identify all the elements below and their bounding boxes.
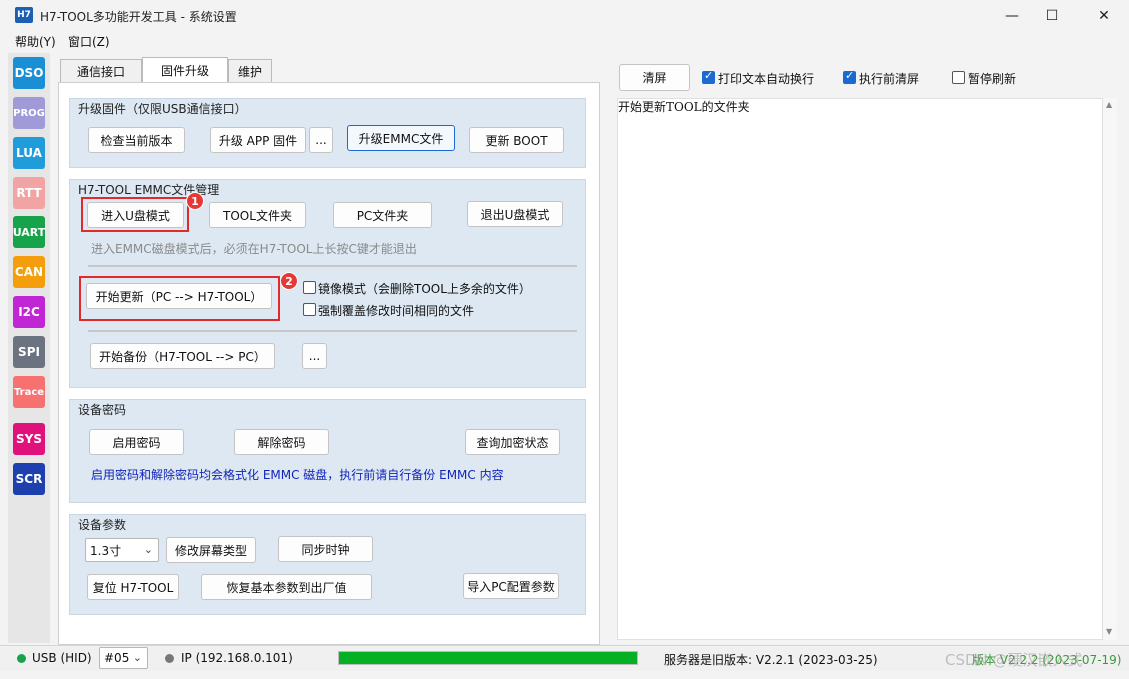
group-title: 设备参数 bbox=[78, 518, 127, 532]
reset-h7tool-button[interactable]: 复位 H7-TOOL bbox=[87, 574, 179, 600]
screen-size-value: 1.3寸 bbox=[90, 543, 122, 558]
browse-firmware-button[interactable]: ... bbox=[309, 127, 333, 153]
sidebar-spi-button[interactable]: SPI bbox=[13, 336, 45, 368]
auto-wrap-label: 打印文本自动换行 bbox=[718, 72, 815, 86]
watermark: CSDN @硬汉嵌入式 bbox=[945, 651, 1083, 669]
ip-status-icon bbox=[165, 654, 174, 663]
tab-comm-interface[interactable]: 通信接口 bbox=[60, 59, 142, 83]
sidebar-scr-button[interactable]: SCR bbox=[13, 463, 45, 495]
log-scrollbar[interactable]: ▲ ▼ bbox=[1103, 98, 1117, 640]
scroll-down-icon[interactable]: ▼ bbox=[1106, 627, 1112, 636]
sync-clock-button[interactable]: 同步时钟 bbox=[278, 536, 373, 562]
sidebar-lua-button[interactable]: LUA bbox=[13, 137, 45, 169]
menu-help[interactable]: 帮助(Y) bbox=[15, 33, 56, 50]
app-icon: H7 bbox=[15, 7, 33, 23]
udisk-hint-text: 进入EMMC磁盘模式后，必须在H7-TOOL上长按C键才能退出 bbox=[91, 242, 417, 256]
sidebar-i2c-button[interactable]: I2C bbox=[13, 296, 45, 328]
ip-status-text: IP (192.168.0.101) bbox=[181, 651, 293, 665]
clear-before-exec-checkbox[interactable] bbox=[843, 69, 856, 84]
maximize-button[interactable]: ☐ bbox=[1029, 0, 1075, 31]
highlight-box bbox=[79, 276, 280, 321]
title-bar: H7 H7-TOOL多功能开发工具 - 系统设置 — ☐ ✕ bbox=[0, 0, 1129, 31]
sidebar-trace-button[interactable]: Trace bbox=[13, 376, 45, 408]
sidebar-can-button[interactable]: CAN bbox=[13, 256, 45, 288]
chevron-down-icon: ⌄ bbox=[143, 543, 153, 556]
group-title: 设备密码 bbox=[78, 403, 127, 417]
log-output-area[interactable] bbox=[617, 98, 1103, 640]
progress-fill bbox=[339, 652, 637, 664]
sidebar-uart-button[interactable]: UART bbox=[13, 216, 45, 248]
password-warning-text: 启用密码和解除密码均会格式化 EMMC 磁盘，执行前请自行备份 EMMC 内容 bbox=[91, 468, 504, 482]
server-version-text: 服务器是旧版本: V2.2.1 (2023-03-25) bbox=[664, 653, 878, 667]
start-backup-button[interactable]: 开始备份（H7-TOOL --> PC） bbox=[90, 343, 275, 369]
tab-firmware-upgrade[interactable]: 固件升级 bbox=[142, 57, 228, 83]
upgrade-emmc-button[interactable]: 升级EMMC文件 bbox=[347, 125, 455, 151]
import-pc-config-button[interactable]: 导入PC配置参数 bbox=[463, 573, 559, 599]
force-overwrite-checkbox[interactable] bbox=[303, 303, 316, 316]
port-value: #05 bbox=[104, 651, 130, 665]
sidebar-dso-button[interactable]: DSO bbox=[13, 57, 45, 89]
port-select[interactable]: #05 ⌄ bbox=[99, 647, 148, 669]
pause-refresh-label: 暂停刷新 bbox=[968, 72, 1017, 86]
disable-password-button[interactable]: 解除密码 bbox=[234, 429, 329, 455]
highlight-box bbox=[81, 197, 189, 232]
tool-folder-button[interactable]: TOOL文件夹 bbox=[209, 202, 306, 228]
sidebar-prog-button[interactable]: PROG bbox=[13, 97, 45, 129]
window-title: H7-TOOL多功能开发工具 - 系统设置 bbox=[40, 10, 237, 24]
auto-wrap-checkbox[interactable] bbox=[702, 69, 715, 84]
clear-screen-button[interactable]: 清屏 bbox=[619, 64, 690, 91]
step-badge: 2 bbox=[280, 272, 298, 290]
pc-folder-button[interactable]: PC文件夹 bbox=[333, 202, 432, 228]
group-title: 升级固件（仅限USB通信接口） bbox=[78, 102, 247, 116]
progress-bar bbox=[338, 651, 638, 665]
tab-maintenance[interactable]: 维护 bbox=[228, 59, 272, 83]
menu-bar: 帮助(Y) 窗口(Z) bbox=[0, 31, 1129, 51]
browse-backup-button[interactable]: ... bbox=[302, 343, 327, 369]
divider bbox=[88, 330, 577, 332]
exit-udisk-mode-button[interactable]: 退出U盘模式 bbox=[467, 201, 563, 227]
modify-screen-type-button[interactable]: 修改屏幕类型 bbox=[166, 537, 256, 563]
restore-factory-button[interactable]: 恢复基本参数到出厂值 bbox=[201, 574, 372, 600]
step-badge: 1 bbox=[186, 192, 204, 210]
sidebar-sys-button[interactable]: SYS bbox=[13, 423, 45, 455]
close-button[interactable]: ✕ bbox=[1081, 0, 1127, 31]
upgrade-app-button[interactable]: 升级 APP 固件 bbox=[210, 127, 306, 153]
sidebar-rtt-button[interactable]: RTT bbox=[13, 177, 45, 209]
sidebar: DSO PROG LUA RTT UART CAN I2C SPI Trace … bbox=[8, 53, 50, 643]
mirror-mode-checkbox[interactable] bbox=[303, 281, 316, 294]
chevron-down-icon: ⌄ bbox=[132, 651, 142, 664]
log-text: 开始更新TOOL的文件夹 bbox=[618, 100, 750, 114]
clear-before-exec-label: 执行前清屏 bbox=[859, 72, 920, 86]
check-version-button[interactable]: 检查当前版本 bbox=[88, 127, 185, 153]
force-overwrite-label: 强制覆盖修改时间相同的文件 bbox=[318, 304, 475, 318]
usb-status-text: USB (HID) bbox=[32, 651, 92, 665]
scroll-up-icon[interactable]: ▲ bbox=[1106, 100, 1112, 109]
usb-status-icon bbox=[17, 654, 26, 663]
update-boot-button[interactable]: 更新 BOOT bbox=[469, 127, 564, 153]
divider bbox=[88, 265, 577, 267]
enable-password-button[interactable]: 启用密码 bbox=[89, 429, 184, 455]
pause-refresh-checkbox[interactable] bbox=[952, 71, 965, 84]
screen-size-select[interactable]: 1.3寸 ⌄ bbox=[85, 538, 159, 562]
mirror-mode-label: 镜像模式（会删除TOOL上多余的文件） bbox=[318, 282, 531, 296]
menu-window[interactable]: 窗口(Z) bbox=[68, 33, 110, 50]
query-encryption-button[interactable]: 查询加密状态 bbox=[465, 429, 560, 455]
